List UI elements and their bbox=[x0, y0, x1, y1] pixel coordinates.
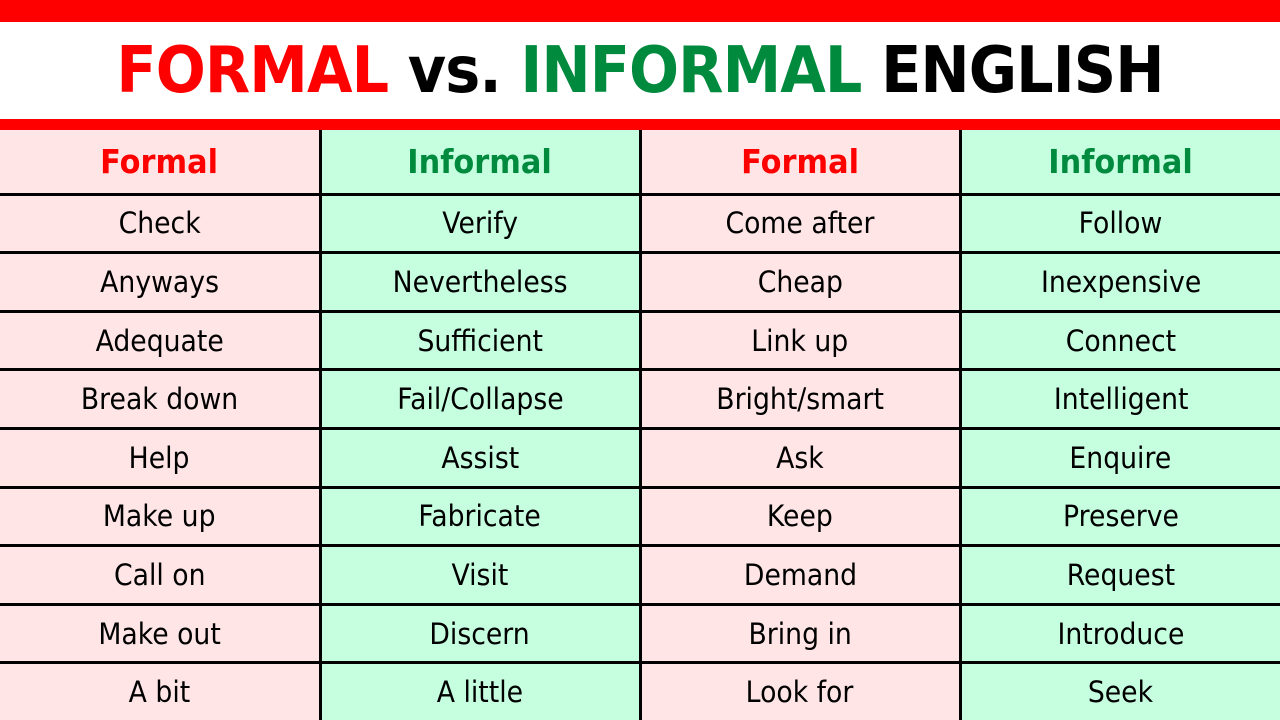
formal-cell: Ask bbox=[638, 427, 962, 489]
informal-cell: Sufficient bbox=[318, 309, 642, 372]
formal-cell: Check bbox=[0, 192, 322, 255]
informal-cell: Assist bbox=[318, 427, 642, 489]
table-row: Help Assist Ask Enquire bbox=[0, 427, 1280, 489]
title-vs: vs. bbox=[407, 33, 502, 108]
informal-cell: Nevertheless bbox=[318, 251, 642, 313]
table-row: Call on Visit Demand Request bbox=[0, 544, 1280, 606]
formal-cell: Make up bbox=[0, 485, 322, 548]
formal-cell: Cheap bbox=[638, 251, 962, 313]
formal-cell: Keep bbox=[638, 485, 962, 548]
title-formal: FORMAL bbox=[116, 33, 389, 108]
table-row: Adequate Sufficient Link up Connect bbox=[0, 309, 1280, 372]
title-english: ENGLISH bbox=[881, 33, 1164, 108]
informal-cell: Visit bbox=[318, 544, 642, 606]
formal-cell: A bit bbox=[0, 661, 322, 720]
formal-cell: Link up bbox=[638, 309, 962, 372]
title-informal: INFORMAL bbox=[520, 33, 862, 108]
formal-cell: Demand bbox=[638, 544, 962, 606]
formal-cell: Adequate bbox=[0, 309, 322, 372]
informal-cell: A little bbox=[318, 661, 642, 720]
header-informal: Informal bbox=[958, 130, 1280, 196]
table-row: Check Verify Come after Follow bbox=[0, 192, 1280, 255]
table-row: Anyways Nevertheless Cheap Inexpensive bbox=[0, 251, 1280, 313]
formal-cell: Break down bbox=[0, 368, 322, 431]
formal-cell: Make out bbox=[0, 602, 322, 665]
formal-cell: Call on bbox=[0, 544, 322, 606]
informal-cell: Seek bbox=[958, 661, 1280, 720]
informal-cell: Connect bbox=[958, 309, 1280, 372]
formal-cell: Look for bbox=[638, 661, 962, 720]
divider-red-bar bbox=[0, 119, 1280, 130]
formal-cell: Help bbox=[0, 427, 322, 489]
table-row: A bit A little Look for Seek bbox=[0, 661, 1280, 720]
informal-cell: Follow bbox=[958, 192, 1280, 255]
informal-cell: Inexpensive bbox=[958, 251, 1280, 313]
formal-cell: Anyways bbox=[0, 251, 322, 313]
top-red-bar bbox=[0, 0, 1280, 22]
informal-cell: Enquire bbox=[958, 427, 1280, 489]
informal-cell: Discern bbox=[318, 602, 642, 665]
header-informal: Informal bbox=[318, 130, 642, 196]
formal-cell: Bring in bbox=[638, 602, 962, 665]
page-title: FORMAL vs. INFORMAL ENGLISH bbox=[51, 22, 1229, 119]
table-row: Make up Fabricate Keep Preserve bbox=[0, 485, 1280, 548]
informal-cell: Request bbox=[958, 544, 1280, 606]
informal-cell: Fail/Collapse bbox=[318, 368, 642, 431]
informal-cell: Fabricate bbox=[318, 485, 642, 548]
table-header-row: Formal Informal Formal Informal bbox=[0, 130, 1280, 196]
informal-cell: Verify bbox=[318, 192, 642, 255]
informal-cell: Preserve bbox=[958, 485, 1280, 548]
header-formal: Formal bbox=[0, 130, 322, 196]
table-row: Make out Discern Bring in Introduce bbox=[0, 602, 1280, 665]
informal-cell: Introduce bbox=[958, 602, 1280, 665]
informal-cell: Intelligent bbox=[958, 368, 1280, 431]
formal-cell: Bright/smart bbox=[638, 368, 962, 431]
vocabulary-table: Formal Informal Formal Informal Check Ver… bbox=[0, 130, 1280, 720]
table-row: Break down Fail/Collapse Bright/smart Intel… bbox=[0, 368, 1280, 431]
formal-cell: Come after bbox=[638, 192, 962, 255]
header-formal: Formal bbox=[638, 130, 962, 196]
